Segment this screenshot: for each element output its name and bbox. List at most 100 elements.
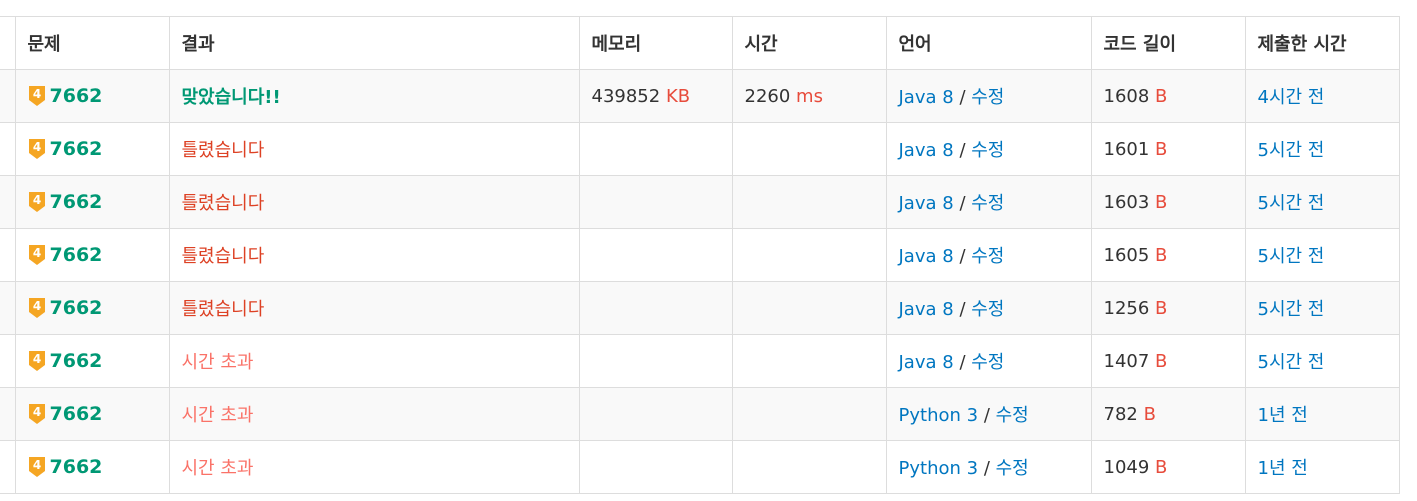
problem-cell: 4 7662: [14, 334, 170, 388]
language-separator: /: [959, 140, 972, 161]
header-time: 시간: [731, 16, 887, 70]
submitted-time-link[interactable]: 5시간 전: [1258, 193, 1325, 214]
result-status[interactable]: 시간 초과: [182, 405, 254, 426]
language-link[interactable]: Java 8: [899, 299, 954, 320]
memory-unit: KB: [665, 85, 691, 107]
time-cell: [731, 440, 887, 494]
edit-link[interactable]: 수정: [996, 458, 1029, 479]
language-separator: /: [959, 246, 972, 267]
problem-link[interactable]: 7662: [50, 244, 103, 266]
memory-cell: [578, 334, 733, 388]
header-code-length: 코드 길이: [1090, 16, 1246, 70]
code-length-value: 1407: [1103, 350, 1156, 372]
tier-badge-icon: 4: [28, 457, 45, 477]
problem-link[interactable]: 7662: [50, 191, 103, 213]
edit-link[interactable]: 수정: [971, 246, 1004, 267]
problem-link[interactable]: 7662: [50, 85, 103, 107]
time-value: 2260: [744, 85, 797, 107]
memory-cell: [578, 228, 733, 282]
language-link[interactable]: Java 8: [899, 352, 954, 373]
problem-link[interactable]: 7662: [50, 350, 103, 372]
edit-link[interactable]: 수정: [971, 299, 1004, 320]
svg-text:4: 4: [32, 458, 40, 472]
edit-link[interactable]: 수정: [996, 405, 1029, 426]
result-status[interactable]: 틀렸습니다: [182, 299, 265, 320]
result-status[interactable]: 틀렸습니다: [182, 140, 265, 161]
problem-cell: 4 7662: [14, 122, 170, 176]
svg-text:4: 4: [32, 140, 40, 154]
submitted-cell: 5시간 전: [1244, 122, 1400, 176]
time-cell: [731, 281, 887, 335]
code-length-unit: B: [1155, 244, 1168, 266]
code-length-value: 1605: [1103, 244, 1156, 266]
language-link[interactable]: Java 8: [899, 87, 954, 108]
code-length-cell: 1407 B: [1090, 334, 1246, 388]
problem-cell: 4 7662: [14, 281, 170, 335]
language-cell: Python 3 / 수정: [885, 387, 1092, 441]
submitted-time-link[interactable]: 4시간 전: [1258, 87, 1325, 108]
result-cell: 시간 초과: [168, 387, 580, 441]
problem-link[interactable]: 7662: [50, 456, 103, 478]
problem-cell: 4 7662: [14, 175, 170, 229]
table-header-row: 문제 결과 메모리 시간 언어 코드 길이 제출한 시간: [0, 16, 1400, 70]
time-cell: [731, 334, 887, 388]
result-status[interactable]: 맞았습니다!!: [182, 87, 281, 108]
time-cell: [731, 228, 887, 282]
code-length-cell: 1603 B: [1090, 175, 1246, 229]
submitted-cell: 1년 전: [1244, 387, 1400, 441]
language-cell: Java 8 / 수정: [885, 334, 1092, 388]
code-length-unit: B: [1155, 350, 1168, 372]
submitted-cell: 4시간 전: [1244, 69, 1400, 123]
code-length-cell: 1605 B: [1090, 228, 1246, 282]
tier-badge-icon: 4: [28, 351, 45, 371]
code-length-cell: 1049 B: [1090, 440, 1246, 494]
edit-link[interactable]: 수정: [971, 193, 1004, 214]
language-cell: Java 8 / 수정: [885, 69, 1092, 123]
submitted-time-link[interactable]: 5시간 전: [1258, 352, 1325, 373]
header-submitted: 제출한 시간: [1244, 16, 1400, 70]
submitted-time-link[interactable]: 5시간 전: [1258, 140, 1325, 161]
language-link[interactable]: Java 8: [899, 193, 954, 214]
svg-text:4: 4: [32, 193, 40, 207]
language-link[interactable]: Java 8: [899, 140, 954, 161]
code-length-unit: B: [1155, 456, 1168, 478]
table-body: 4 7662 맞았습니다!! 439852 KB 2260 ms Java 8 …: [0, 69, 1400, 494]
memory-cell: [578, 122, 733, 176]
language-link[interactable]: Python 3: [899, 405, 979, 426]
language-separator: /: [983, 458, 996, 479]
language-link[interactable]: Python 3: [899, 458, 979, 479]
edit-link[interactable]: 수정: [971, 352, 1004, 373]
language-cell: Java 8 / 수정: [885, 281, 1092, 335]
result-cell: 틀렸습니다: [168, 175, 580, 229]
submitted-cell: 5시간 전: [1244, 281, 1400, 335]
code-length-unit: B: [1155, 138, 1168, 160]
code-length-cell: 1601 B: [1090, 122, 1246, 176]
submission-table: 문제 결과 메모리 시간 언어 코드 길이 제출한 시간 4 7662 맞았습니…: [0, 16, 1400, 494]
submitted-time-link[interactable]: 1년 전: [1258, 405, 1308, 426]
result-status[interactable]: 시간 초과: [182, 352, 254, 373]
code-length-value: 782: [1103, 403, 1144, 425]
result-status[interactable]: 틀렸습니다: [182, 246, 265, 267]
submitted-time-link[interactable]: 5시간 전: [1258, 299, 1325, 320]
svg-text:4: 4: [32, 405, 40, 419]
row-spacer: [0, 175, 16, 229]
table-row: 4 7662 틀렸습니다 Java 8 / 수정 1601 B 5시간 전: [0, 122, 1400, 176]
result-status[interactable]: 틀렸습니다: [182, 193, 265, 214]
submitted-cell: 5시간 전: [1244, 228, 1400, 282]
problem-link[interactable]: 7662: [50, 297, 103, 319]
problem-link[interactable]: 7662: [50, 403, 103, 425]
problem-link[interactable]: 7662: [50, 138, 103, 160]
edit-link[interactable]: 수정: [971, 140, 1004, 161]
result-status[interactable]: 시간 초과: [182, 458, 254, 479]
code-length-value: 1603: [1103, 191, 1156, 213]
memory-cell: [578, 440, 733, 494]
submitted-time-link[interactable]: 5시간 전: [1258, 246, 1325, 267]
table-row: 4 7662 맞았습니다!! 439852 KB 2260 ms Java 8 …: [0, 69, 1400, 123]
header-spacer: [0, 16, 16, 70]
language-link[interactable]: Java 8: [899, 246, 954, 267]
submitted-time-link[interactable]: 1년 전: [1258, 458, 1308, 479]
row-spacer: [0, 281, 16, 335]
language-separator: /: [983, 405, 996, 426]
edit-link[interactable]: 수정: [971, 87, 1004, 108]
table-row: 4 7662 틀렸습니다 Java 8 / 수정 1603 B 5시간 전: [0, 175, 1400, 229]
